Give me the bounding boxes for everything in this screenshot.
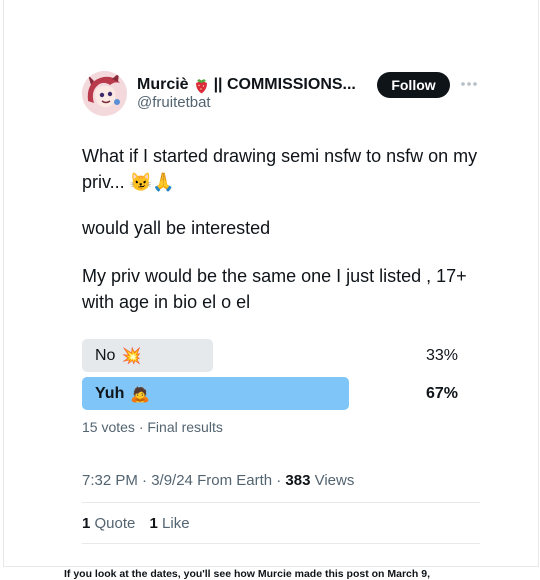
caption-text: If you look at the dates, you'll see how…: [64, 568, 430, 580]
divider: [82, 502, 480, 503]
divider: [82, 543, 480, 544]
strawberry-icon: [194, 77, 209, 94]
more-options-icon[interactable]: [459, 76, 479, 92]
author-name-row[interactable]: Murciè || COMMISSIONS...: [137, 75, 356, 95]
collision-emoji-icon: 💥: [121, 347, 142, 365]
tweet-text-line: My priv would be the same one I just lis…: [82, 266, 467, 286]
author-handle[interactable]: @fruitetbat: [137, 94, 211, 111]
poll-option-label-no: No 💥: [95, 339, 141, 372]
poll-option-text: No: [95, 346, 116, 364]
author-name-suffix: || COMMISSIONS...: [213, 76, 356, 93]
views-label: Views: [310, 472, 355, 489]
likes-label: Like: [157, 515, 190, 532]
poll-option-percent-no: 33%: [425, 347, 458, 364]
poll-option-text: Yuh: [95, 384, 125, 402]
tweet-card: Murciè || COMMISSIONS... @fruitetbat Fol…: [3, 0, 539, 567]
tweet-timestamp-row: 7:32 PM · 3/9/24 From Earth · 383 Views: [82, 472, 354, 489]
poll-summary: 15 votes · Final results: [82, 419, 223, 435]
likes-link[interactable]: 1 Like: [150, 515, 190, 532]
engagement-stats: 1 Quote 1 Like: [82, 515, 190, 532]
quotes-link[interactable]: 1 Quote: [82, 515, 135, 532]
tweet-text-line: with age in bio el o el: [82, 292, 251, 312]
poll-option-percent-yuh: 67%: [425, 385, 458, 402]
tweet-text-paragraph-3: My priv would be the same one I just lis…: [82, 263, 482, 315]
avatar-image: [82, 71, 127, 116]
tweet-text-paragraph-1: What if I started drawing semi nsfw to n…: [82, 143, 482, 195]
author-name[interactable]: Murciè: [137, 76, 189, 94]
views-count: 383: [285, 472, 311, 489]
avatar[interactable]: [82, 71, 127, 116]
follow-button[interactable]: Follow: [377, 72, 450, 98]
tweet-timestamp[interactable]: 7:32 PM · 3/9/24 From Earth ·: [82, 472, 285, 489]
tweet-text-line: priv... 😼🙏: [82, 172, 175, 192]
poll-option-label-yuh: Yuh 🙇: [95, 377, 150, 410]
quotes-label: Quote: [90, 515, 136, 532]
tweet-text-paragraph-2: would yall be interested: [82, 218, 271, 238]
bowing-emoji-icon: 🙇: [130, 385, 151, 403]
tweet-text-line: What if I started drawing semi nsfw to n…: [82, 146, 478, 166]
likes-count: 1: [149, 515, 158, 532]
